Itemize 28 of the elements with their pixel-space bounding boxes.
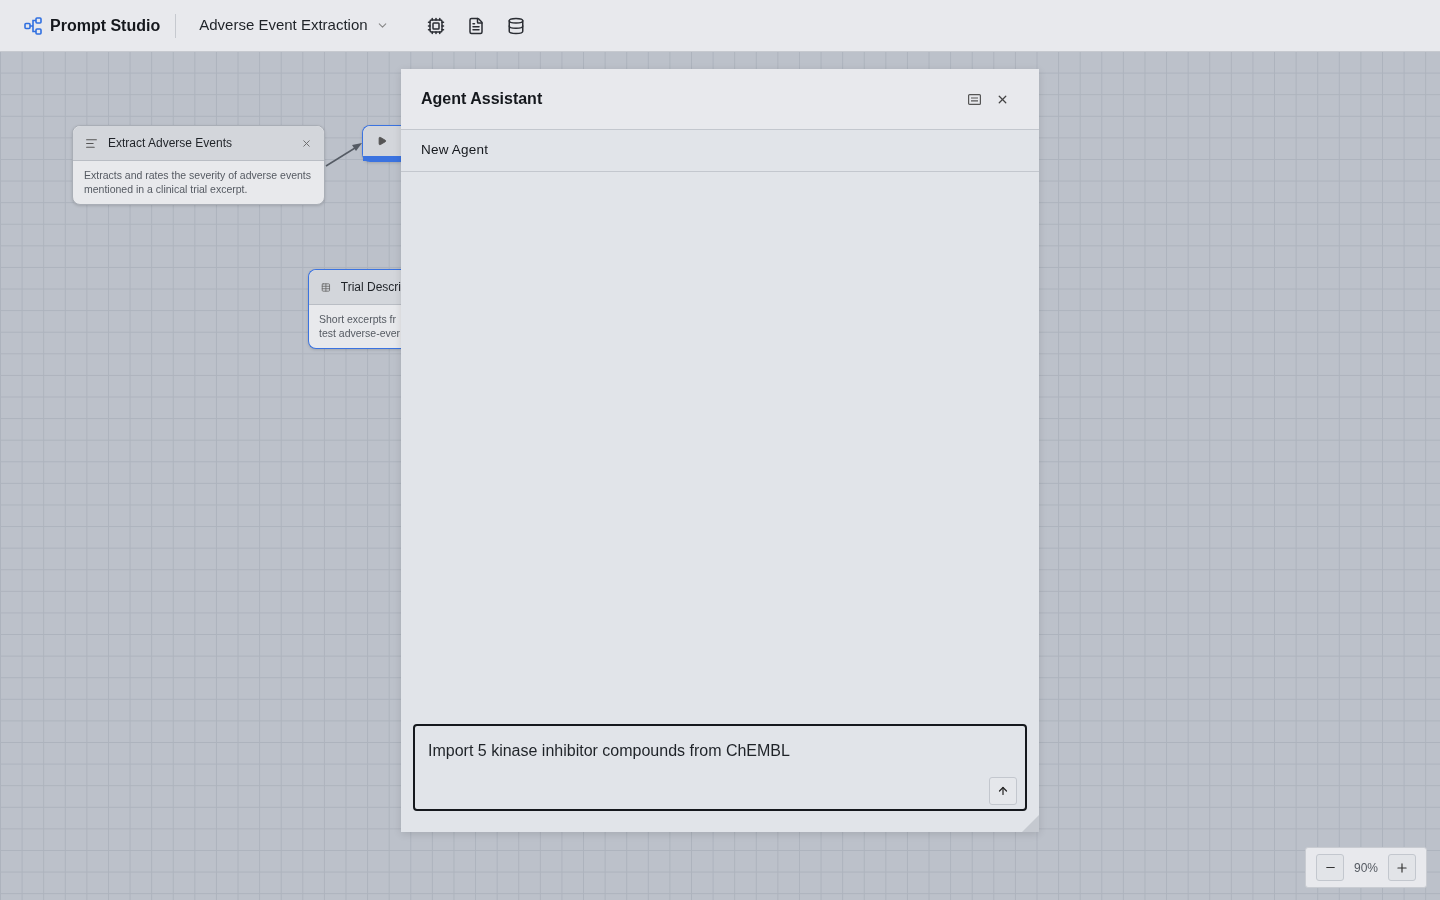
message-input[interactable]: Import 5 kinase inhibitor compounds from ChEMBL: [413, 724, 1027, 811]
close-icon[interactable]: [301, 137, 312, 149]
arrow-up-icon: [997, 785, 1009, 797]
agent-list-item[interactable]: New Agent: [401, 130, 1039, 172]
flow-node[interactable]: [362, 125, 401, 162]
panel-title: Agent Assistant: [421, 89, 543, 109]
play-icon[interactable]: [377, 136, 387, 146]
nodes-logo-icon: [24, 16, 42, 35]
send-button[interactable]: [989, 777, 1017, 805]
node-title: Trial Descri: [340, 279, 401, 296]
zoom-in-button[interactable]: [1388, 854, 1416, 881]
document-icon[interactable]: [466, 16, 485, 35]
plus-icon: [1395, 860, 1409, 875]
project-dropdown[interactable]: Adverse Event Extraction: [199, 14, 389, 37]
node-description: Extracts and rates the severity of adverse events mentioned in a clinical trial excerpt.: [83, 168, 313, 197]
edge-arrow: [325, 140, 363, 167]
boxed-lines-icon[interactable]: [968, 93, 981, 105]
database-icon[interactable]: [506, 16, 525, 35]
zoom-level: 90%: [1354, 859, 1378, 877]
cpu-icon[interactable]: [426, 16, 445, 35]
table-icon: [321, 280, 331, 294]
flow-node[interactable]: Trial Descri Short excerpts fr test adverse-ever: [308, 269, 401, 349]
resize-grip-icon[interactable]: [1022, 815, 1039, 832]
app-name: Prompt Studio: [50, 15, 161, 36]
text-lines-icon: [85, 136, 98, 150]
flow-node[interactable]: Extract Adverse Events Extracts and rates the severity of adverse events mentioned in a clinical trial excerpt.: [72, 125, 325, 205]
node-title: Extract Adverse Events: [108, 135, 233, 152]
node-description: Short excerpts fr test adverse-ever: [318, 312, 401, 341]
